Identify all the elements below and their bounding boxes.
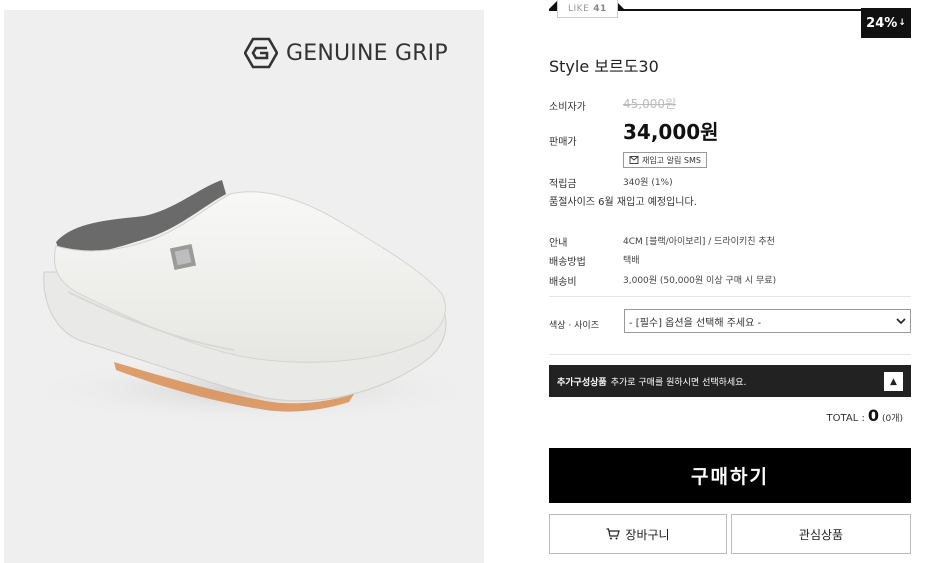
points-value: 340원 (1%) [623,178,673,188]
like-label: LIKE [568,3,590,14]
sms-icon [629,156,639,164]
addon-description: 추가로 구매를 원하시면 선택하세요. [610,377,747,388]
option-select[interactable]: - [필수] 옵션을 선택해 주세요 - [624,309,911,333]
option-label: 색상 · 사이즈 [549,321,599,331]
consumer-price-label: 소비자가 [549,102,586,113]
consumer-price: 45,000원 [623,97,677,111]
sale-price-label: 판매가 [549,137,577,148]
product-info-panel: LIKE 41 24% ↓ Style 보르도30 소비자가 45,000원 판매… [549,0,911,563]
cart-icon [606,528,621,540]
shipping-fee-label: 배송비 [549,277,577,288]
add-to-cart-button[interactable]: 장바구니 [549,514,727,554]
wishlist-button[interactable]: 관심상품 [731,514,911,554]
divider [549,354,911,355]
shipping-fee-value: 3,000원 (50,000원 이상 구매 시 무료) [623,276,777,286]
restock-sms-button[interactable]: 재입고 알림 SMS [623,152,707,168]
points-label: 적립금 [549,179,577,190]
total-summary: TOTAL : 0 (0개) [827,406,903,425]
guide-value: 4CM [블랙/아이보리] / 드라이키친 추천 [623,237,775,247]
like-row: LIKE 41 [549,0,911,20]
down-arrow-icon: ↓ [898,18,906,28]
total-label: TOTAL : [826,413,865,424]
shipping-method-label: 배송방법 [549,257,586,268]
sale-price: 34,000원 [623,120,719,144]
option-selected-value: - [필수] 옵션을 선택해 주세요 - [629,317,762,329]
restock-sms-label: 재입고 알림 SMS [642,155,701,165]
product-image-panel: GENUINE GRIP [4,10,484,563]
addon-title: 추가구성상품 [557,377,607,388]
cart-label: 장바구니 [625,527,670,542]
product-shoe-image [24,180,484,424]
total-count: (0개) [881,414,903,424]
like-button[interactable]: LIKE 41 [557,0,618,18]
shipping-method-value: 택배 [623,256,640,266]
addon-products-bar[interactable]: 추가구성상품 추가로 구매를 원하시면 선택하세요. ▲ [549,365,911,397]
divider [549,296,911,297]
product-title: Style 보르도30 [549,57,659,76]
guide-label: 안내 [549,238,568,249]
chevron-down-icon [896,318,906,325]
discount-badge: 24% ↓ [861,8,911,38]
like-count: 41 [593,3,607,14]
total-amount: 0 [867,406,879,425]
discount-percent: 24% [866,15,898,31]
like-corner-left [549,1,557,9]
soldout-notice: 품절사이즈 6월 재입고 예정입니다. [549,197,697,208]
buy-now-button[interactable]: 구매하기 [549,448,911,503]
chevron-up-icon[interactable]: ▲ [884,372,903,391]
